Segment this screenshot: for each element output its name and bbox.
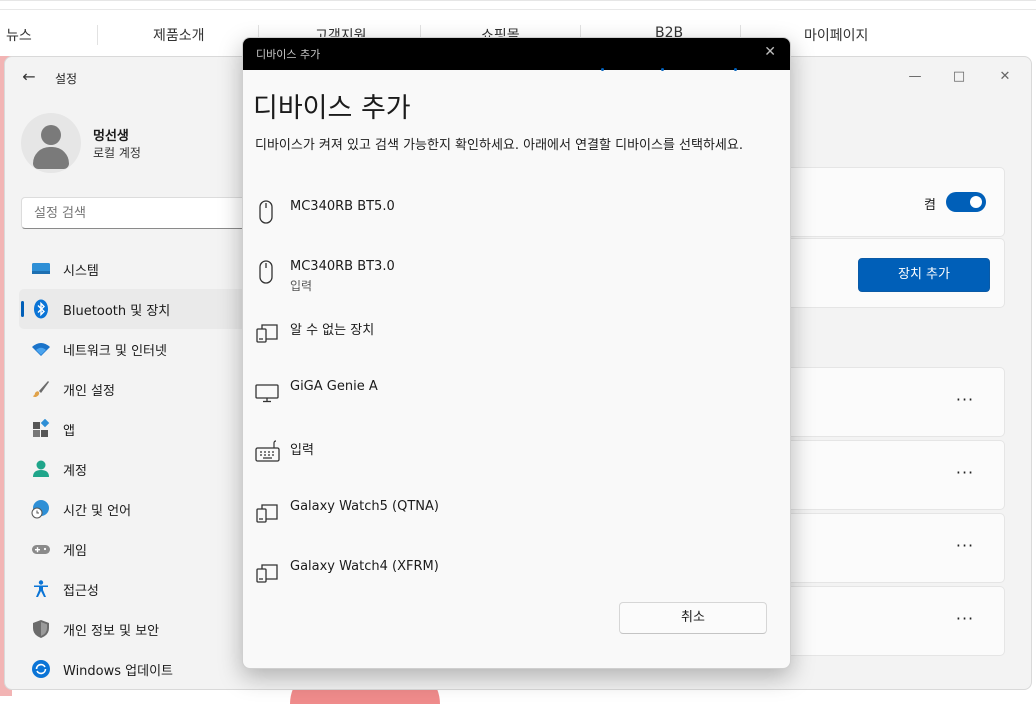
devices-icon bbox=[255, 500, 278, 524]
device-card[interactable]: ··· bbox=[785, 367, 1005, 437]
device-name: 입력 bbox=[290, 443, 314, 458]
wifi-icon bbox=[31, 339, 51, 359]
sidebar-item-label: 접근성 bbox=[63, 583, 99, 599]
dialog-description: 디바이스가 켜져 있고 검색 가능한지 확인하세요. 아래에서 연결할 디바이스… bbox=[255, 138, 743, 153]
more-options-button[interactable]: ··· bbox=[950, 463, 980, 487]
shield-icon bbox=[31, 619, 51, 639]
nav-link-mypage[interactable]: 마이페이지 bbox=[804, 25, 868, 45]
devices-icon bbox=[255, 560, 278, 584]
bluetooth-toggle[interactable] bbox=[946, 192, 986, 212]
close-icon[interactable]: ✕ bbox=[764, 44, 776, 60]
toggle-state-label: 켬 bbox=[924, 198, 936, 213]
list-item[interactable]: GiGA Genie A bbox=[243, 368, 790, 428]
sidebar-item-label: Bluetooth 및 장치 bbox=[63, 303, 171, 319]
search-progress-indicator bbox=[599, 68, 749, 74]
sidebar-item-network[interactable]: 네트워크 및 인터넷 bbox=[19, 329, 259, 369]
list-item[interactable]: 입력 bbox=[243, 428, 790, 488]
cancel-button[interactable]: 취소 bbox=[619, 602, 767, 634]
sidebar-item-personalization[interactable]: 개인 설정 bbox=[19, 369, 259, 409]
keyboard-icon bbox=[255, 440, 280, 464]
nav-divider bbox=[0, 9, 1036, 10]
sidebar-item-label: 앱 bbox=[63, 423, 75, 439]
sidebar-item-label: 개인 설정 bbox=[63, 383, 115, 399]
sidebar-item-gaming[interactable]: 게임 bbox=[19, 529, 259, 569]
sidebar-item-accounts[interactable]: 계정 bbox=[19, 449, 259, 489]
accessibility-icon bbox=[31, 579, 51, 599]
mouse-icon bbox=[255, 260, 277, 284]
update-icon bbox=[31, 659, 51, 679]
list-item[interactable]: 알 수 없는 장치 bbox=[243, 308, 790, 368]
brush-icon bbox=[31, 379, 51, 399]
devices-icon bbox=[255, 320, 278, 344]
sidebar-item-time-language[interactable]: 시간 및 언어 bbox=[19, 489, 259, 529]
sidebar-item-privacy[interactable]: 개인 정보 및 보안 bbox=[19, 609, 259, 649]
app-title: 설정 bbox=[55, 72, 78, 86]
sidebar-item-label: 시간 및 언어 bbox=[63, 503, 132, 519]
bluetooth-icon bbox=[31, 299, 51, 319]
mouse-icon bbox=[255, 200, 277, 224]
list-item[interactable]: MC340RB BT3.0 입력 bbox=[243, 248, 790, 308]
sidebar-item-label: 계정 bbox=[63, 463, 87, 479]
sidebar-item-label: 네트워크 및 인터넷 bbox=[63, 343, 167, 359]
monitor-icon bbox=[31, 259, 51, 279]
minimize-icon[interactable]: — bbox=[903, 65, 927, 89]
sidebar-item-label: 시스템 bbox=[63, 263, 99, 279]
settings-nav: 시스템 Bluetooth 및 장치 네트워크 및 인터넷 개인 설정 앱 계정… bbox=[19, 249, 259, 689]
profile-account-type: 로컬 계정 bbox=[93, 146, 141, 160]
sidebar-item-bluetooth[interactable]: Bluetooth 및 장치 bbox=[19, 289, 259, 329]
device-name: Galaxy Watch5 (QTNA) bbox=[290, 499, 439, 514]
more-options-button[interactable]: ··· bbox=[950, 536, 980, 560]
person-icon bbox=[31, 459, 51, 479]
device-card[interactable]: ··· bbox=[785, 586, 1005, 656]
list-item[interactable]: MC340RB BT5.0 bbox=[243, 188, 790, 248]
dialog-titlebar: 디바이스 추가 ✕ bbox=[243, 38, 790, 70]
sidebar-item-label: Windows 업데이트 bbox=[63, 663, 174, 679]
sidebar-item-apps[interactable]: 앱 bbox=[19, 409, 259, 449]
device-card[interactable]: ··· bbox=[785, 440, 1005, 510]
back-arrow-icon[interactable]: ← bbox=[19, 67, 39, 87]
add-device-card: 장치 추가 bbox=[785, 238, 1005, 308]
dialog-heading: 디바이스 추가 bbox=[253, 93, 411, 124]
close-icon[interactable]: ✕ bbox=[993, 65, 1017, 89]
device-list: MC340RB BT5.0 MC340RB BT3.0 입력 알 수 없는 장치… bbox=[243, 188, 790, 608]
dialog-window-title: 디바이스 추가 bbox=[256, 48, 321, 61]
nav-link-news[interactable]: 뉴스 bbox=[6, 25, 32, 45]
add-device-button[interactable]: 장치 추가 bbox=[858, 258, 990, 292]
device-name: GiGA Genie A bbox=[290, 379, 378, 394]
list-item[interactable]: Galaxy Watch5 (QTNA) bbox=[243, 488, 790, 548]
sidebar-item-system[interactable]: 시스템 bbox=[19, 249, 259, 289]
device-type: 입력 bbox=[290, 279, 313, 293]
more-options-button[interactable]: ··· bbox=[950, 609, 980, 633]
device-name: MC340RB BT5.0 bbox=[290, 199, 395, 214]
sidebar-item-windows-update[interactable]: Windows 업데이트 bbox=[19, 649, 259, 689]
apps-icon bbox=[31, 418, 51, 439]
bluetooth-toggle-card: 켬 bbox=[785, 167, 1005, 237]
selection-indicator bbox=[21, 301, 24, 317]
avatar[interactable] bbox=[21, 113, 81, 173]
sidebar-item-accessibility[interactable]: 접근성 bbox=[19, 569, 259, 609]
nav-separator bbox=[97, 25, 98, 45]
maximize-icon[interactable]: □ bbox=[947, 65, 971, 89]
dialog-footer: 취소 bbox=[243, 588, 790, 668]
profile-name: 멍선생 bbox=[93, 129, 129, 144]
search-input[interactable] bbox=[32, 198, 256, 228]
gamepad-icon bbox=[31, 539, 51, 559]
sidebar-item-label: 게임 bbox=[63, 543, 87, 559]
device-card[interactable]: ··· bbox=[785, 513, 1005, 583]
device-name: Galaxy Watch4 (XFRM) bbox=[290, 559, 439, 574]
device-name: MC340RB BT3.0 bbox=[290, 259, 395, 274]
device-name: 알 수 없는 장치 bbox=[290, 323, 375, 338]
monitor-icon bbox=[255, 380, 279, 404]
more-options-button[interactable]: ··· bbox=[950, 390, 980, 414]
globe-clock-icon bbox=[31, 499, 51, 519]
nav-link-products[interactable]: 제품소개 bbox=[153, 25, 205, 45]
sidebar-item-label: 개인 정보 및 보안 bbox=[63, 623, 160, 639]
add-device-dialog: 디바이스 추가 ✕ 디바이스 추가 디바이스가 켜져 있고 검색 가능한지 확인… bbox=[242, 37, 791, 669]
